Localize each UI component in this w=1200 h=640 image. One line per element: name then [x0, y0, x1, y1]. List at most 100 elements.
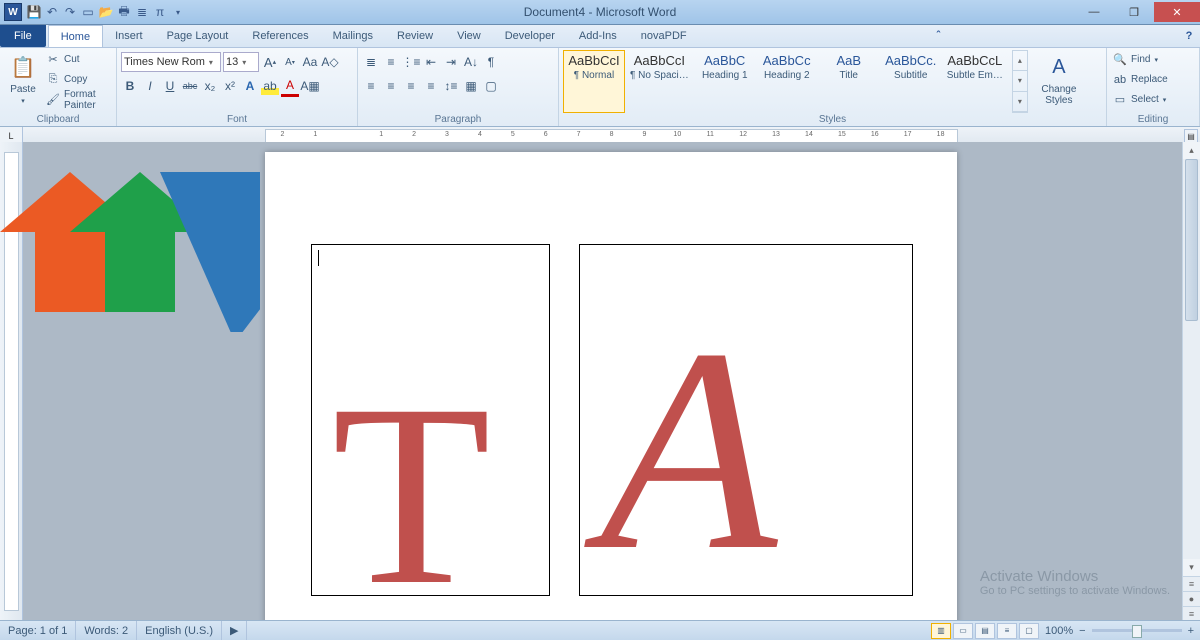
justify-button[interactable]: ≡: [422, 77, 440, 95]
line-spacing-button[interactable]: ↕≡: [442, 77, 460, 95]
text-box-2[interactable]: A: [579, 244, 913, 596]
minimize-ribbon-icon[interactable]: ˆ: [927, 25, 949, 47]
inc-indent-button[interactable]: ⇥: [442, 53, 460, 71]
view-full-screen-button[interactable]: ▭: [953, 623, 973, 639]
close-button[interactable]: ✕: [1154, 2, 1200, 22]
multilevel-button[interactable]: ⋮≡: [402, 53, 420, 71]
grow-font-button[interactable]: A▴: [261, 53, 279, 71]
paste-button[interactable]: 📋 Paste ▾: [4, 50, 42, 107]
minimize-button[interactable]: —: [1074, 2, 1114, 22]
view-outline-button[interactable]: ≡: [997, 623, 1017, 639]
qat-open-icon[interactable]: 📂: [98, 4, 114, 20]
status-language[interactable]: English (U.S.): [137, 621, 222, 640]
scroll-down-icon[interactable]: ▾: [1183, 559, 1200, 576]
qat-save-icon[interactable]: 💾: [26, 4, 42, 20]
zoom-in-button[interactable]: +: [1188, 625, 1194, 637]
ruler-toggle-icon[interactable]: ▤: [1184, 129, 1198, 143]
status-page[interactable]: Page: 1 of 1: [0, 621, 76, 640]
format-painter-button[interactable]: 🖌Format Painter: [44, 90, 112, 109]
tab-novapdf[interactable]: novaPDF: [629, 25, 699, 47]
highlight-button[interactable]: ab: [261, 77, 279, 95]
view-web-button[interactable]: ▤: [975, 623, 995, 639]
style-heading1[interactable]: AaBbCHeading 1: [694, 50, 756, 113]
tab-view[interactable]: View: [445, 25, 493, 47]
strike-button[interactable]: abc: [181, 77, 199, 95]
zoom-level[interactable]: 100%: [1045, 625, 1073, 637]
tab-developer[interactable]: Developer: [493, 25, 567, 47]
view-draft-button[interactable]: ▢: [1019, 623, 1039, 639]
style-subtitle[interactable]: AaBbCc.Subtitle: [880, 50, 942, 113]
qat-redo-icon[interactable]: ↷: [62, 4, 78, 20]
status-macro-icon[interactable]: ▶: [222, 621, 247, 640]
font-size-combo[interactable]: 13▾: [223, 52, 259, 72]
qat-print-icon[interactable]: 🖶: [116, 4, 132, 20]
font-color-button[interactable]: A: [281, 76, 299, 97]
scroll-thumb[interactable]: [1185, 159, 1198, 321]
style-nospaci[interactable]: AaBbCcI¶ No Spaci…: [625, 50, 694, 113]
tab-insert[interactable]: Insert: [103, 25, 155, 47]
dec-indent-button[interactable]: ⇤: [422, 53, 440, 71]
style-heading2[interactable]: AaBbCcHeading 2: [756, 50, 818, 113]
qat-misc-icon[interactable]: ≣: [134, 4, 150, 20]
shading-button[interactable]: ▦: [462, 77, 480, 95]
align-right-button[interactable]: ≡: [402, 77, 420, 95]
tab-addins[interactable]: Add-Ins: [567, 25, 629, 47]
change-case-button[interactable]: Aa: [301, 53, 319, 71]
help-icon[interactable]: ?: [1178, 25, 1200, 47]
copy-button[interactable]: ⎘Copy: [44, 70, 112, 89]
styles-scroll[interactable]: ▴▾▾: [1012, 50, 1028, 113]
file-tab[interactable]: File: [0, 25, 46, 47]
underline-button[interactable]: U: [161, 77, 179, 95]
qat-undo-icon[interactable]: ↶: [44, 4, 60, 20]
select-button[interactable]: ▭Select▾: [1111, 90, 1170, 109]
style-subtleem[interactable]: AaBbCcLSubtle Em…: [942, 50, 1008, 113]
numbering-button[interactable]: ≡: [382, 53, 400, 71]
prev-page-icon[interactable]: ≡: [1183, 576, 1200, 591]
tab-references[interactable]: References: [240, 25, 320, 47]
superscript-button[interactable]: x²: [221, 77, 239, 95]
tab-mailings[interactable]: Mailings: [321, 25, 385, 47]
borders-button[interactable]: ▢: [482, 77, 500, 95]
tab-review[interactable]: Review: [385, 25, 445, 47]
page[interactable]: T A: [265, 152, 957, 621]
text-box-1[interactable]: T: [311, 244, 550, 596]
status-words[interactable]: Words: 2: [76, 621, 137, 640]
qat-more-icon[interactable]: ▾: [170, 4, 186, 20]
show-marks-button[interactable]: ¶: [482, 53, 500, 71]
replace-button[interactable]: abReplace: [1111, 70, 1170, 89]
tab-home[interactable]: Home: [48, 25, 103, 47]
maximize-button[interactable]: ❐: [1114, 2, 1154, 22]
bold-button[interactable]: B: [121, 77, 139, 95]
sort-button[interactable]: A↓: [462, 53, 480, 71]
font-name-combo[interactable]: Times New Rom▾: [121, 52, 221, 72]
vertical-scrollbar[interactable]: ▴ ▾ ≡ ● ≡: [1182, 142, 1200, 621]
style-title[interactable]: AaBTitle: [818, 50, 880, 113]
change-styles-icon: A: [1044, 52, 1074, 82]
zoom-out-button[interactable]: −: [1079, 625, 1085, 637]
select-label: Select: [1131, 94, 1159, 105]
style-normal[interactable]: AaBbCcI¶ Normal: [563, 50, 625, 113]
cut-button[interactable]: ✂Cut: [44, 50, 112, 69]
char-shading-button[interactable]: A▦: [301, 77, 319, 95]
qat-pi-icon[interactable]: π: [152, 4, 168, 20]
scroll-up-icon[interactable]: ▴: [1183, 142, 1200, 159]
find-button[interactable]: 🔍Find▾: [1111, 50, 1170, 69]
shrink-font-button[interactable]: A▾: [281, 53, 299, 71]
cut-label: Cut: [64, 54, 80, 65]
text-effects-button[interactable]: A: [241, 77, 259, 95]
tab-page-layout[interactable]: Page Layout: [155, 25, 241, 47]
align-center-button[interactable]: ≡: [382, 77, 400, 95]
ruler-vertical[interactable]: [0, 142, 23, 621]
next-page-icon[interactable]: ≡: [1183, 606, 1200, 621]
italic-button[interactable]: I: [141, 77, 159, 95]
align-left-button[interactable]: ≡: [362, 77, 380, 95]
clear-format-button[interactable]: A◇: [321, 53, 339, 71]
zoom-slider[interactable]: [1092, 629, 1182, 632]
view-print-layout-button[interactable]: ▥: [931, 623, 951, 639]
change-styles-button[interactable]: A Change Styles: [1034, 50, 1084, 113]
styles-gallery[interactable]: AaBbCcI¶ NormalAaBbCcI¶ No Spaci…AaBbCHe…: [563, 50, 1008, 113]
subscript-button[interactable]: x₂: [201, 77, 219, 95]
qat-new-icon[interactable]: ▭: [80, 4, 96, 20]
bullets-button[interactable]: ≣: [362, 53, 380, 71]
browse-object-icon[interactable]: ●: [1183, 591, 1200, 606]
